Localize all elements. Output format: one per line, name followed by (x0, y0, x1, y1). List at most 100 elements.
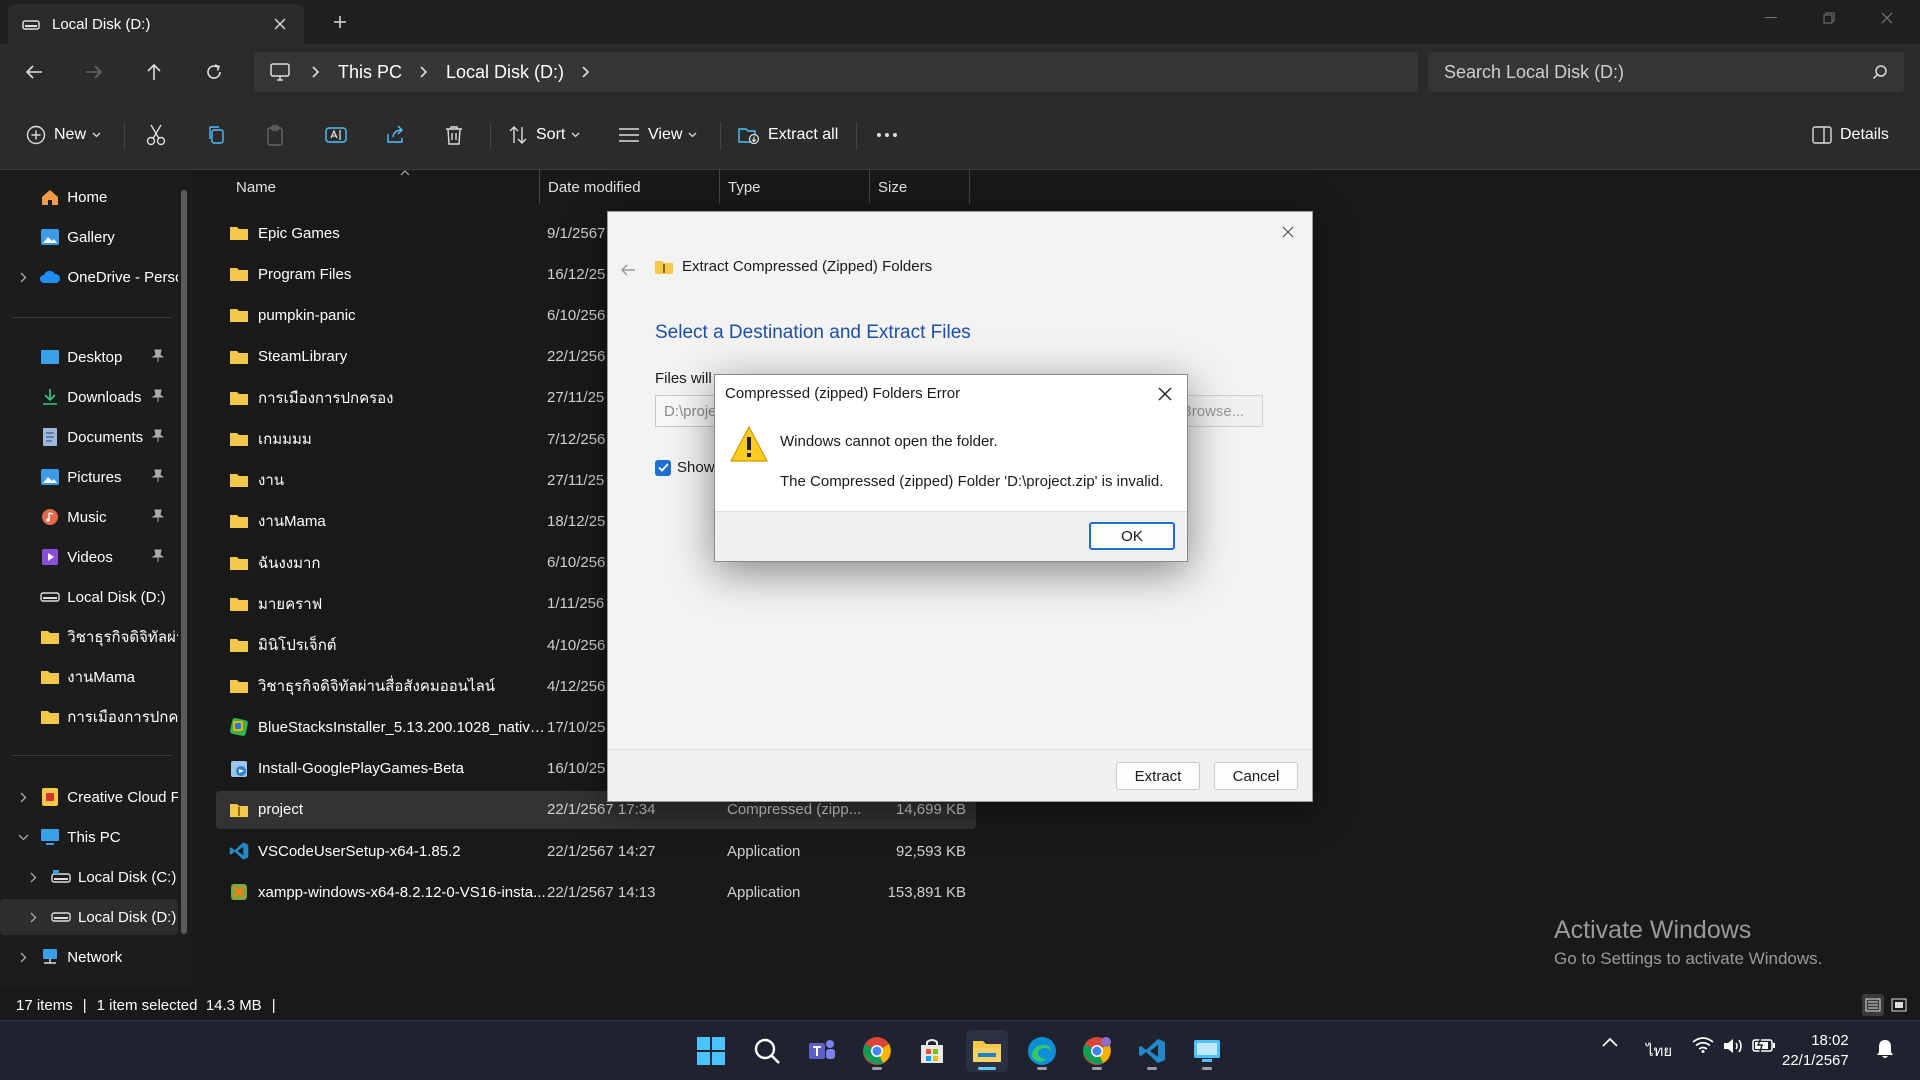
view-button[interactable]: View (618, 118, 697, 152)
ok-button[interactable]: OK (1089, 522, 1175, 550)
details-button[interactable]: Details (1812, 118, 1889, 152)
xampp-icon (228, 881, 250, 903)
column-header-name[interactable]: Name (228, 170, 540, 204)
minimize-icon[interactable] (1742, 0, 1800, 36)
copy-button[interactable] (206, 118, 226, 152)
sidebar-item-creative-cloud[interactable]: Creative Cloud F (0, 779, 178, 815)
sidebar-item-downloads[interactable]: Downloads (0, 379, 178, 415)
expand-chevron-icon[interactable] (26, 910, 40, 924)
sidebar-item-pictures[interactable]: Pictures (0, 459, 178, 495)
sidebar-item-local-disk-c[interactable]: Local Disk (C:) (0, 859, 178, 895)
details-view-icon[interactable] (1862, 994, 1884, 1016)
microsoft-store-icon[interactable] (911, 1030, 953, 1072)
new-button[interactable]: New (26, 118, 101, 152)
expand-chevron-icon[interactable] (26, 870, 40, 884)
battery-icon[interactable] (1752, 1037, 1776, 1053)
sidebar-item-label: Home (67, 188, 108, 206)
teams-icon[interactable] (801, 1030, 843, 1072)
extract-all-button[interactable]: Extract all (738, 118, 838, 152)
column-label: Date modified (548, 178, 641, 196)
expand-chevron-icon[interactable] (16, 790, 30, 804)
tiles-view-icon[interactable] (1888, 994, 1910, 1016)
tab-close-icon[interactable] (270, 14, 290, 34)
column-header-type[interactable]: Type (720, 170, 870, 204)
delete-button[interactable] (445, 118, 463, 152)
breadcrumb-this-pc[interactable]: This PC (338, 62, 402, 83)
file-row[interactable]: xampp-windows-x64-8.2.12-0-VS16-insta...… (216, 873, 976, 911)
cut-button[interactable] (146, 118, 166, 152)
vscode-icon[interactable] (1131, 1030, 1173, 1072)
refresh-icon[interactable] (196, 54, 232, 90)
wizard-back-arrow-icon[interactable] (616, 258, 640, 282)
sidebar-item-label: Gallery (67, 228, 115, 246)
more-options-button[interactable] (876, 118, 898, 152)
remote-desktop-icon[interactable] (1186, 1030, 1228, 1072)
breadcrumb-chevron-icon[interactable] (582, 66, 590, 78)
drive-icon (22, 17, 40, 31)
restore-icon[interactable] (1800, 0, 1858, 36)
command-bar: New Sort View Extract all Details (0, 100, 1920, 170)
extract-all-label: Extract all (768, 126, 839, 143)
file-row[interactable]: VSCodeUserSetup-x64-1.85.2 22/1/2567 14:2… (216, 832, 976, 870)
more-dots-icon (876, 132, 898, 138)
sidebar-item-local-disk-d[interactable]: Local Disk (D:) (0, 579, 178, 615)
volume-icon[interactable] (1722, 1037, 1744, 1055)
sidebar-item-onedrive[interactable]: OneDrive - Perso (0, 259, 178, 295)
sidebar-item-local-disk-d-selected[interactable]: Local Disk (D:) (0, 899, 178, 935)
collapse-chevron-icon[interactable] (16, 830, 30, 844)
column-header-size[interactable]: Size (870, 170, 970, 204)
show-hidden-icons-chevron[interactable] (1602, 1037, 1618, 1047)
sidebar-item-gallery[interactable]: Gallery (0, 219, 178, 255)
sidebar-scrollbar[interactable] (181, 190, 187, 934)
show-files-checkbox[interactable]: Show (655, 459, 715, 476)
error-message-detail: The Compressed (zipped) Folder 'D:\proje… (780, 473, 1164, 490)
breadcrumb-local-disk-d[interactable]: Local Disk (D:) (446, 62, 564, 83)
column-header-date[interactable]: Date modified (540, 170, 720, 204)
sidebar-item-network[interactable]: Network (0, 939, 178, 975)
toolbar-divider (124, 122, 125, 150)
expand-chevron-icon[interactable] (16, 270, 30, 284)
address-bar[interactable]: This PC Local Disk (D:) (254, 52, 1418, 92)
edge-icon[interactable] (1021, 1030, 1063, 1072)
sidebar-item-videos[interactable]: Videos (0, 539, 178, 575)
share-button[interactable] (385, 118, 407, 152)
sort-button[interactable]: Sort (508, 118, 580, 152)
back-arrow-icon[interactable] (16, 54, 52, 90)
chrome-profile-icon[interactable] (1076, 1030, 1118, 1072)
desktop-icon (40, 346, 62, 368)
folder-icon (228, 304, 250, 326)
expand-chevron-icon[interactable] (16, 950, 30, 964)
file-size: 92,593 KB (895, 842, 966, 860)
cancel-button[interactable]: Cancel (1214, 762, 1298, 790)
start-windows-icon[interactable] (690, 1030, 732, 1072)
sidebar-item-folder[interactable]: งานMama (0, 659, 178, 695)
sidebar-item-music[interactable]: Music (0, 499, 178, 535)
wifi-icon[interactable] (1692, 1037, 1714, 1053)
system-clock[interactable]: 18:02 22/1/2567 (1782, 1031, 1849, 1071)
extract-button[interactable]: Extract (1116, 762, 1200, 790)
chrome-icon[interactable] (856, 1030, 898, 1072)
rename-button[interactable] (325, 118, 347, 152)
creative-cloud-icon (40, 786, 62, 808)
sidebar-item-home[interactable]: Home (0, 179, 178, 215)
wizard-close-icon[interactable] (1276, 220, 1300, 244)
notification-bell-icon[interactable] (1876, 1039, 1894, 1059)
input-language[interactable]: ไทย (1646, 1039, 1672, 1063)
sidebar-item-label: Local Disk (D:) (67, 588, 166, 606)
close-window-icon[interactable] (1858, 0, 1916, 36)
paste-button[interactable] (266, 118, 284, 152)
sidebar-item-this-pc[interactable]: This PC (0, 819, 178, 855)
search-input[interactable]: Search Local Disk (D:) (1428, 52, 1904, 92)
taskbar-search-icon[interactable] (746, 1030, 788, 1072)
file-date: 22/1/2567 14:13 (547, 883, 656, 901)
sidebar-item-documents[interactable]: Documents (0, 419, 178, 455)
up-arrow-icon[interactable] (136, 54, 172, 90)
new-tab-icon[interactable] (328, 10, 352, 34)
file-explorer-icon[interactable] (966, 1030, 1008, 1072)
sidebar-item-folder[interactable]: การเมืองการปกครอ (0, 699, 178, 735)
sidebar-item-desktop[interactable]: Desktop (0, 339, 178, 375)
forward-arrow-icon[interactable] (76, 54, 112, 90)
tab-local-disk-d[interactable]: Local Disk (D:) (8, 4, 304, 44)
error-close-icon[interactable] (1153, 382, 1177, 406)
sidebar-item-folder[interactable]: วิชาธุรกิจดิจิทัลผ่าน (0, 619, 178, 655)
